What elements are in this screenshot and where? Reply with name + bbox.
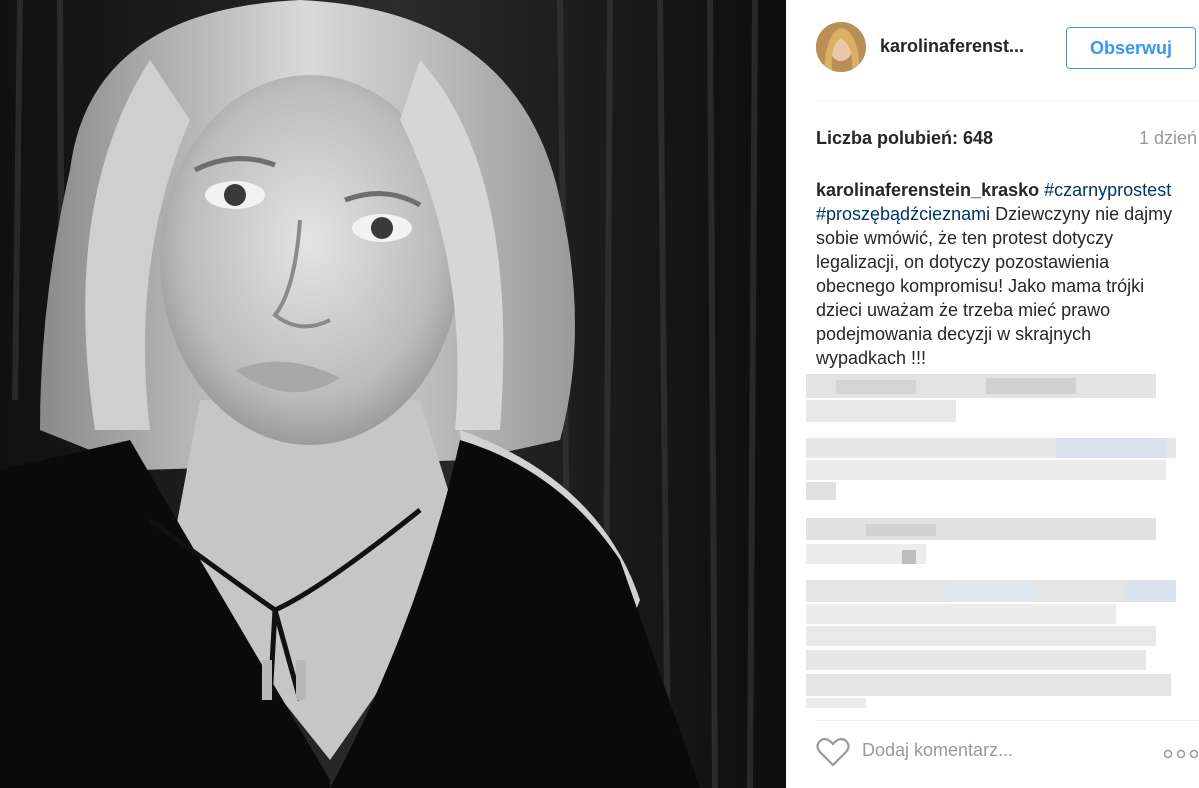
blurred-comments — [806, 374, 1176, 709]
post-photo[interactable] — [0, 0, 786, 788]
comment-input[interactable] — [862, 736, 1092, 764]
hashtag-link[interactable]: #czarnyprostest — [1044, 180, 1171, 200]
hashtag-link[interactable]: #proszębądźcieznami — [816, 204, 990, 224]
caption-text: Dziewczyny nie dajmy sobie wmówić, że te… — [816, 204, 1173, 368]
more-options-icon[interactable] — [1163, 746, 1199, 759]
post-caption: karolinaferenstein_krasko #czarnyprostes… — [816, 178, 1176, 370]
header-divider — [816, 100, 1199, 101]
post-header: karolinaferenst... Obserwuj — [786, 0, 1199, 100]
user-avatar[interactable] — [816, 22, 866, 72]
likes-count[interactable]: Liczba polubień: 648 — [816, 128, 993, 149]
caption-author[interactable]: karolinaferenstein_krasko — [816, 180, 1039, 200]
comment-bar — [786, 720, 1199, 788]
username-link[interactable]: karolinaferenst... — [880, 36, 1024, 57]
heart-icon[interactable] — [816, 736, 850, 768]
post-timestamp[interactable]: 1 dzień — [1139, 128, 1197, 149]
follow-button[interactable]: Obserwuj — [1066, 27, 1196, 69]
comment-divider — [816, 720, 1199, 721]
post-details-panel: karolinaferenst... Obserwuj Liczba polub… — [786, 0, 1199, 788]
